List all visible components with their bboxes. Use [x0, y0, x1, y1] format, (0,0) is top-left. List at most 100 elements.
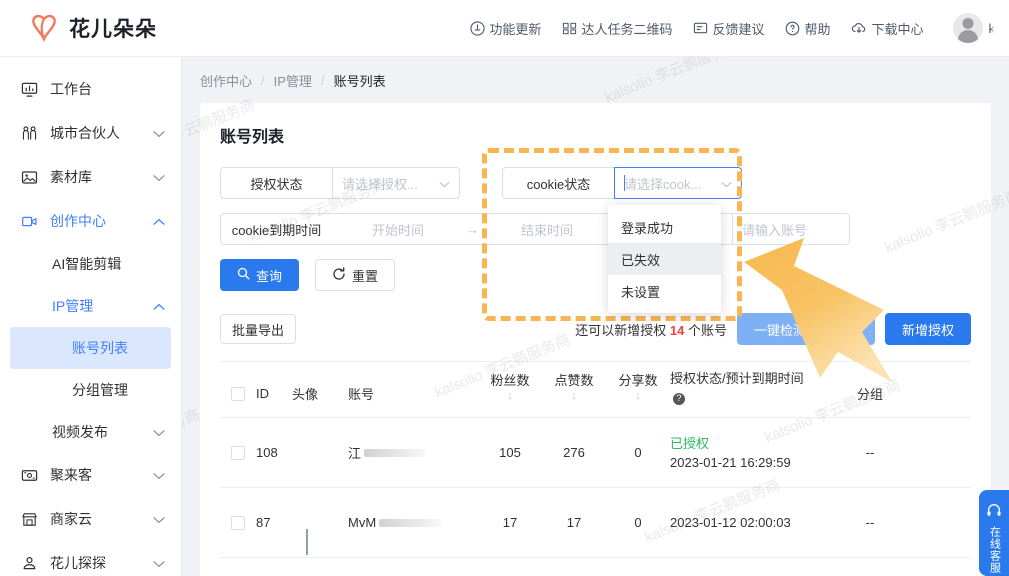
sidebar-item-account-list[interactable]: 账号列表	[10, 327, 171, 369]
table-toolbar: 批量导出 还可以新增授权 14 个账号 一键检测登录状态 新增授权	[220, 313, 971, 345]
dropdown-option-not-set[interactable]: 未设置	[608, 275, 721, 307]
column-label: 分享数	[618, 373, 658, 388]
topnav-label: 功能更新	[489, 21, 542, 37]
breadcrumb-item-creation-center[interactable]: 创作中心	[200, 71, 252, 90]
row-checkbox[interactable]	[231, 515, 245, 530]
chevron-up-icon	[153, 298, 165, 314]
row-checkbox[interactable]	[231, 445, 245, 460]
sidebar-item-ip-management[interactable]: IP管理	[0, 285, 181, 327]
column-header-id: ID	[256, 386, 292, 401]
row-auth-date: 2023-01-21 16:29:59	[670, 454, 791, 470]
sidebar-item-group-management[interactable]: 分组管理	[10, 369, 171, 411]
column-label: 账号	[348, 387, 375, 402]
sidebar-item-material-library[interactable]: 素材库	[0, 155, 181, 199]
sidebar-leaf-label: 分组管理	[72, 382, 128, 398]
quota-number: 14	[669, 322, 685, 338]
account-input[interactable]: 请输入账号	[732, 213, 850, 245]
column-label: 头像	[292, 387, 319, 402]
cookie-status-select[interactable]: 请选择cook...	[614, 167, 742, 199]
user-menu[interactable]: k	[952, 13, 995, 43]
select-all-cell	[220, 386, 256, 401]
topnav-label: 达人任务二维码	[581, 21, 673, 37]
online-service-fab[interactable]: 在线客服	[979, 490, 1009, 576]
sort-descending-icon[interactable]: ↓	[571, 391, 577, 402]
dropdown-option-label: 未设置	[621, 284, 661, 300]
search-icon	[237, 267, 250, 283]
sidebar-item-label: 工作台	[50, 81, 92, 97]
qrcode-icon	[562, 21, 577, 36]
table-row[interactable]: 108 江 105 276 0 已授权 2023-01-21 16:29:59 …	[220, 418, 971, 488]
sidebar-item-label: 素材库	[50, 169, 92, 185]
column-header-shares[interactable]: 分享数 ↓	[606, 370, 670, 402]
top-header: 花儿朵朵 功能更新 达人任务二维码 反馈建议 帮助 下载中心 k	[0, 0, 1009, 57]
add-authorization-button[interactable]: 新增授权	[884, 313, 971, 345]
date-range-arrow: →	[466, 221, 479, 237]
auth-status-field: 授权状态 请选择授权...	[220, 167, 460, 199]
sort-descending-icon[interactable]: ↓	[507, 391, 513, 402]
sort-descending-icon[interactable]: ↓	[635, 391, 641, 402]
topnav-label: 下载中心	[871, 21, 924, 37]
start-date-input[interactable]: 开始时间	[342, 220, 454, 239]
cookie-expiry-field: cookie到期时间 开始时间 → 结束时间	[220, 213, 614, 245]
row-account-name: 江	[348, 446, 362, 461]
help-icon[interactable]: ?	[673, 392, 685, 405]
sidebar-item-video-publish[interactable]: 视频发布	[0, 411, 181, 453]
row-group: --	[865, 515, 875, 530]
topnav-help[interactable]: 帮助	[785, 19, 830, 38]
table-header-row: ID 头像 账号 粉丝数 ↓ 点赞数 ↓ 分享数 ↓ 授权状态/预计到期时间? …	[220, 362, 971, 418]
sidebar-item-flower-explore[interactable]: 花儿探探	[0, 541, 181, 576]
search-button[interactable]: 查询	[220, 259, 300, 291]
row-likes: 17	[566, 515, 582, 530]
column-header-likes[interactable]: 点赞数 ↓	[542, 370, 606, 402]
auth-status-select[interactable]: 请选择授权...	[332, 167, 460, 199]
accounts-table: ID 头像 账号 粉丝数 ↓ 点赞数 ↓ 分享数 ↓ 授权状态/预计到期时间? …	[220, 361, 971, 558]
topnav-download-center[interactable]: 下载中心	[851, 19, 924, 38]
batch-export-label: 批量导出	[232, 322, 285, 338]
topnav-label: 帮助	[804, 21, 831, 37]
breadcrumb-item-account-list: 账号列表	[333, 73, 386, 89]
dropdown-option-label: 登录成功	[621, 220, 674, 236]
brand-logo[interactable]: 花儿朵朵	[0, 13, 190, 43]
topnav-feedback[interactable]: 反馈建议	[693, 19, 764, 38]
sidebar-item-label: 聚来客	[50, 467, 92, 483]
sidebar-item-label: 花儿探探	[50, 555, 106, 571]
quota-text: 还可以新增授权 14 个账号	[575, 320, 727, 339]
sidebar-item-label: 城市合伙人	[50, 125, 120, 141]
chevron-down-icon	[153, 169, 165, 185]
shop-cloud-icon	[20, 510, 38, 528]
help-circle-icon	[785, 21, 800, 36]
sidebar-item-merchant-cloud[interactable]: 商家云	[0, 497, 181, 541]
creation-center-icon	[20, 212, 38, 230]
sidebar-item-workbench[interactable]: 工作台	[0, 67, 181, 111]
main-content: 创作中心 / IP管理 / 账号列表 账号列表 授权状态 请选择授权... co…	[182, 57, 1009, 576]
batch-export-button[interactable]: 批量导出	[220, 314, 297, 344]
select-all-checkbox[interactable]	[231, 386, 245, 401]
cookie-status-label: cookie状态	[502, 167, 614, 199]
date-range-picker[interactable]: 开始时间 → 结束时间	[332, 213, 614, 245]
topnav-feature-update[interactable]: 功能更新	[470, 19, 541, 38]
chevron-down-icon	[153, 555, 165, 571]
row-shares: 0	[634, 515, 642, 530]
workbench-icon	[20, 80, 38, 98]
end-date-input[interactable]: 结束时间	[491, 220, 603, 239]
sidebar-item-julaike[interactable]: 聚来客	[0, 453, 181, 497]
sidebar-item-city-partner[interactable]: 城市合伙人	[0, 111, 181, 155]
sidebar-item-ai-editing[interactable]: AI智能剪辑	[0, 243, 181, 285]
breadcrumb-item-ip-management[interactable]: IP管理	[274, 71, 312, 90]
chevron-up-icon	[153, 213, 165, 229]
sidebar-item-creation-center[interactable]: 创作中心	[0, 199, 181, 243]
dropdown-option-login-success[interactable]: 登录成功	[608, 211, 721, 243]
row-auth-date: 2023-01-12 02:00:03	[670, 515, 791, 530]
column-header-fans[interactable]: 粉丝数 ↓	[478, 370, 542, 402]
chevron-down-icon	[153, 125, 165, 141]
filter-action-row: 查询 重置	[220, 259, 971, 291]
cookie-status-placeholder: 请选择cook...	[624, 176, 702, 192]
reset-button[interactable]: 重置	[315, 259, 396, 291]
dropdown-option-expired[interactable]: 已失效	[608, 243, 721, 275]
text-caret	[624, 175, 625, 191]
topnav-talent-qrcode[interactable]: 达人任务二维码	[562, 19, 672, 38]
chevron-down-icon	[153, 467, 165, 483]
table-row[interactable]: 87 MvM 17 17 0 2023-01-12 02:00:03 --	[220, 488, 971, 558]
column-label: 点赞数	[554, 373, 594, 388]
check-login-status-button[interactable]: 一键检测登录状态	[736, 313, 875, 345]
